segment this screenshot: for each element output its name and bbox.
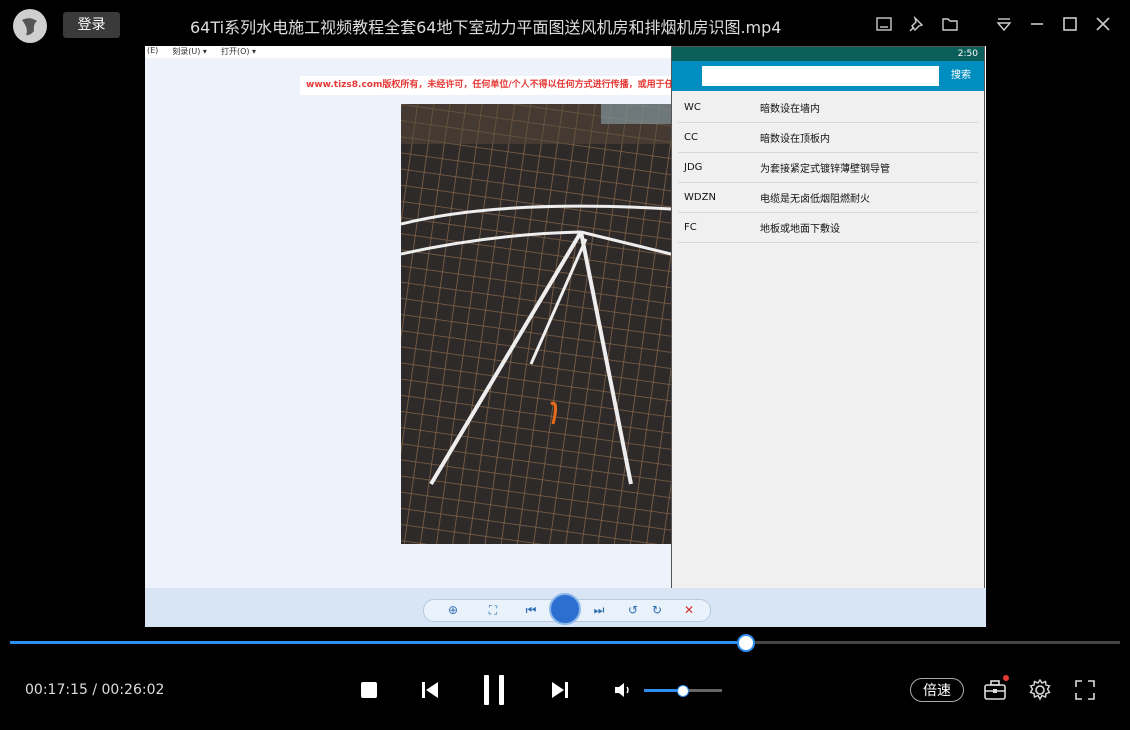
app-logo-icon[interactable]	[13, 9, 47, 43]
current-time: 00:17:15	[25, 682, 88, 698]
phone-status-bar: 2:50	[672, 47, 984, 61]
next-icon	[552, 682, 568, 698]
pin-icon[interactable]	[906, 14, 928, 34]
volume-icon	[615, 683, 629, 697]
settings-button[interactable]	[1028, 678, 1052, 702]
list-item-code: WC	[684, 102, 701, 113]
next-image-icon: ⏭	[593, 603, 605, 617]
volume-slider[interactable]	[644, 685, 722, 697]
previous-image-icon: ⏮	[525, 603, 537, 617]
next-button[interactable]	[548, 678, 572, 702]
fullscreen-icon	[1075, 680, 1095, 700]
viewer-menu: (E) 刻录(U) ▾ 打开(O) ▾	[145, 46, 677, 58]
phone-app-screen: 2:50 搜索 WC 暗数设在墙内 CC 暗数设在顶板内 JDG 为套接紧定式镀…	[671, 46, 985, 600]
toolbox-icon	[984, 680, 1006, 700]
delete-icon: ✕	[683, 603, 695, 617]
fit-icon: ⛶	[488, 603, 498, 617]
close-icon[interactable]	[1092, 14, 1114, 34]
video-title: 64Ti系列水电施工视频教程全套64地下室动力平面图送风机房和排烟机房识图.mp…	[190, 18, 782, 37]
total-time: 00:26:02	[101, 682, 165, 698]
zoom-icon: ⊕	[447, 603, 459, 617]
list-item: WDZN 电缆是无卤低烟阻燃耐火	[678, 183, 978, 213]
separator	[972, 14, 982, 34]
minimize-to-tray-icon[interactable]	[873, 14, 895, 34]
volume-button[interactable]	[612, 680, 634, 700]
slideshow-icon	[549, 593, 581, 625]
video-frame[interactable]: (E) 刻录(U) ▾ 打开(O) ▾ www.tizs8.com版权所有，未经…	[145, 46, 986, 627]
list-item-code: WDZN	[684, 192, 716, 203]
list-item: WC 暗数设在墙内	[678, 93, 978, 123]
stop-button[interactable]	[358, 680, 380, 700]
rotate-left-icon: ↺	[627, 603, 639, 617]
list-item: FC 地板或地面下敷设	[678, 213, 978, 243]
phone-result-list: WC 暗数设在墙内 CC 暗数设在顶板内 JDG 为套接紧定式镀锌薄壁钢导管 W…	[672, 91, 984, 243]
login-button[interactable]: 登录	[63, 12, 120, 38]
notification-dot	[1003, 675, 1009, 681]
rotate-right-icon: ↻	[651, 603, 663, 617]
minimize-icon[interactable]	[1026, 14, 1048, 34]
phone-search-button: 搜索	[951, 70, 971, 81]
menu-dropdown-icon[interactable]	[993, 14, 1015, 34]
playback-speed-button[interactable]: 倍速	[910, 678, 964, 702]
previous-button[interactable]	[418, 678, 442, 702]
phone-search-bar: 搜索	[672, 61, 984, 91]
list-item-code: FC	[684, 222, 697, 233]
seek-bar-handle[interactable]	[736, 634, 755, 652]
previous-icon	[422, 682, 438, 698]
list-item-code: CC	[684, 132, 698, 143]
stop-icon	[361, 682, 377, 698]
volume-slider-handle[interactable]	[677, 685, 689, 697]
list-item: CC 暗数设在顶板内	[678, 123, 978, 153]
list-item-code: JDG	[684, 162, 703, 173]
rebar-photo	[401, 104, 671, 544]
folder-icon[interactable]	[939, 14, 961, 34]
list-item-desc: 为套接紧定式镀锌薄壁钢导管	[760, 164, 890, 175]
viewer-menu-item: 刻录(U) ▾	[172, 47, 207, 56]
fullscreen-button[interactable]	[1073, 678, 1097, 702]
viewer-menu-item: (E)	[147, 46, 159, 55]
list-item-desc: 暗数设在顶板内	[760, 134, 830, 145]
time-display: 00:17:15 / 00:26:02	[25, 682, 164, 698]
pause-button[interactable]	[480, 673, 508, 707]
toolbox-button[interactable]	[982, 678, 1008, 702]
list-item-desc: 暗数设在墙内	[760, 104, 820, 115]
list-item-desc: 地板或地面下敷设	[760, 224, 840, 235]
title-bar: 登录 64Ti系列水电施工视频教程全套64地下室动力平面图送风机房和排烟机房识图…	[0, 0, 1130, 46]
gear-icon	[1029, 679, 1051, 701]
seek-bar[interactable]	[10, 634, 1120, 652]
maximize-icon[interactable]	[1059, 14, 1081, 34]
viewer-toolbar: ⊕ ⛶ ⏮ ⏭ ↺ ↻ ✕	[145, 588, 986, 627]
viewer-menu-item: 打开(O) ▾	[220, 47, 257, 56]
phone-status-time: 2:50	[957, 49, 978, 59]
list-item: JDG 为套接紧定式镀锌薄壁钢导管	[678, 153, 978, 183]
list-item-desc: 电缆是无卤低烟阻燃耐火	[760, 194, 870, 205]
time-separator: /	[92, 682, 98, 698]
seek-bar-played	[10, 641, 746, 644]
pause-icon	[484, 675, 504, 705]
phone-search-input	[702, 66, 939, 86]
